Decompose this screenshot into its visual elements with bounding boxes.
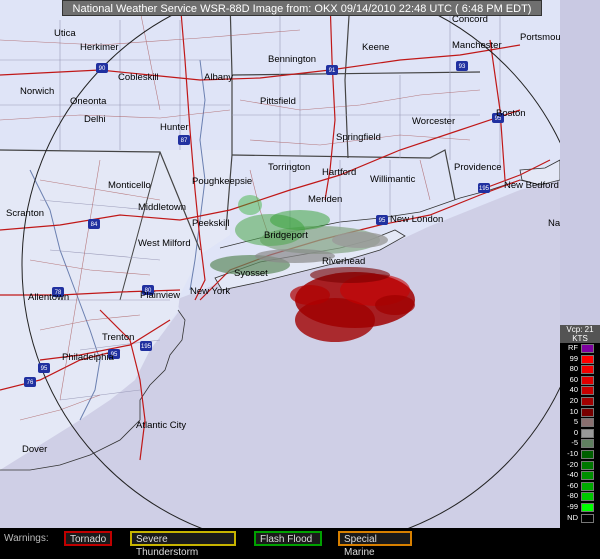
city-label: Boston	[496, 108, 526, 119]
city-label: Herkimer	[80, 42, 119, 53]
city-label: Allentown	[28, 292, 69, 303]
svg-text:87: 87	[181, 138, 188, 144]
svg-text:91: 91	[329, 68, 336, 74]
city-label: Atlantic City	[136, 420, 186, 431]
legend-row: -99	[560, 502, 600, 513]
city-label: Hartford	[322, 167, 356, 178]
city-label: Riverhead	[322, 256, 365, 267]
svg-text:84: 84	[91, 222, 98, 228]
legend-row: 40	[560, 385, 600, 396]
svg-text:95: 95	[41, 366, 48, 372]
city-label: Bridgeport	[264, 230, 308, 241]
city-label: Bennington	[268, 54, 316, 65]
legend-row: 99	[560, 354, 600, 365]
warnings-bar: Warnings: Tornado Severe Thunderstorm Fl…	[0, 528, 600, 558]
city-label: Albany	[204, 72, 233, 83]
city-label: New London	[390, 214, 443, 225]
radar-map[interactable]: 90 93 91 87 95 84 95 195 80 95 78 76 195…	[0, 0, 560, 528]
legend-row: -5	[560, 438, 600, 449]
legend-row: 80	[560, 364, 600, 375]
legend-row: -10	[560, 449, 600, 460]
city-label: Middletown	[138, 202, 186, 213]
city-label: Delhi	[84, 114, 106, 125]
warning-tornado[interactable]: Tornado	[64, 531, 112, 546]
city-label: Keene	[362, 42, 389, 53]
city-label: Monticello	[108, 180, 151, 191]
city-label: Utica	[54, 28, 76, 39]
legend-row: -40	[560, 470, 600, 481]
city-label: Norwich	[20, 86, 54, 97]
city-label: Dover	[22, 444, 47, 455]
svg-text:195: 195	[141, 344, 152, 350]
city-label: West Milford	[138, 238, 191, 249]
city-label: Plainview	[140, 290, 180, 301]
legend-row: 10	[560, 407, 600, 418]
warning-flash-flood[interactable]: Flash Flood	[254, 531, 322, 546]
city-label: Oneonta	[70, 96, 107, 107]
city-label: Cobleskill	[118, 72, 159, 83]
legend-row: ND	[560, 513, 600, 524]
city-label: Trenton	[102, 332, 134, 343]
warnings-label: Warnings:	[4, 533, 49, 544]
legend-row: -80	[560, 491, 600, 502]
legend-row: 5	[560, 417, 600, 428]
city-label: Torrington	[268, 162, 310, 173]
city-label: Poughkeepsie	[192, 176, 252, 187]
svg-text:93: 93	[459, 64, 466, 70]
svg-text:76: 76	[27, 380, 34, 386]
city-label: Worcester	[412, 116, 455, 127]
city-label: Willimantic	[370, 174, 416, 185]
city-label: Philadelphia	[62, 352, 114, 363]
image-header: National Weather Service WSR-88D Image f…	[62, 0, 542, 16]
city-label: New York	[190, 286, 230, 297]
city-label: New Bedford	[504, 180, 559, 191]
legend-row: -20	[560, 460, 600, 471]
city-label: Portsmouth	[520, 32, 560, 43]
warning-severe-thunderstorm[interactable]: Severe Thunderstorm	[130, 531, 236, 558]
legend-vcp: Vcp: 21	[560, 325, 600, 334]
city-label: Scranton	[6, 208, 44, 219]
legend-row: 60	[560, 375, 600, 386]
city-label: Hunter	[160, 122, 189, 133]
city-label: Syosset	[234, 268, 268, 279]
city-label: Pittsfield	[260, 96, 296, 107]
velocity-legend: Vcp: 21 KTS RF 99 80 60 40 20 10 5 0 -5 …	[560, 325, 600, 528]
legend-row: -60	[560, 481, 600, 492]
legend-units: KTS	[560, 334, 600, 343]
city-label: Manchester	[452, 40, 502, 51]
svg-text:195: 195	[479, 186, 490, 192]
svg-text:95: 95	[379, 218, 386, 224]
city-label: Nantucket	[548, 218, 560, 229]
warning-special-marine[interactable]: Special Marine	[338, 531, 412, 558]
radar-viewer: National Weather Service WSR-88D Image f…	[0, 0, 600, 558]
legend-row: 0	[560, 428, 600, 439]
city-label: Peekskill	[192, 218, 230, 229]
city-label: Providence	[454, 162, 502, 173]
city-label: Meriden	[308, 194, 342, 205]
map-canvas: 90 93 91 87 95 84 95 195 80 95 78 76 195…	[0, 0, 560, 528]
city-label: Springfield	[336, 132, 381, 143]
svg-text:90: 90	[99, 66, 106, 72]
legend-row: 20	[560, 396, 600, 407]
legend-row: RF	[560, 343, 600, 354]
